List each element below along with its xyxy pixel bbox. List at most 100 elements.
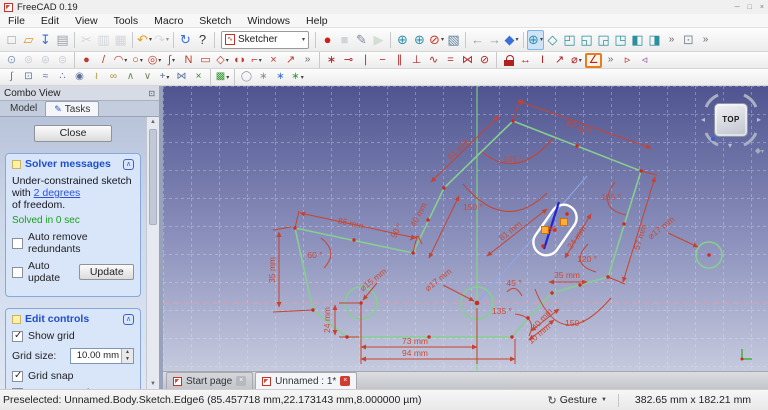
dimension-label[interactable]: 24 mm [322, 307, 332, 333]
fit-selection-icon[interactable]: ⊕ [411, 30, 428, 50]
create-circle-icon[interactable]: ○ ▾ [129, 53, 146, 68]
menu-tools[interactable]: Tools [106, 15, 147, 27]
convert-to-nurbs-icon[interactable]: ∞ [105, 70, 122, 85]
view-rear-icon[interactable]: ◳ [612, 30, 629, 50]
bspline-decrease-degree-icon[interactable]: ∨ [139, 70, 156, 85]
collapse-icon[interactable]: ∧ [123, 158, 134, 170]
tab-start-page[interactable]: Start page × [166, 372, 254, 389]
constraint-coincident-icon[interactable]: ∗ [323, 53, 340, 68]
redo-icon[interactable]: ↷ ▾ [153, 30, 170, 50]
bspline-pole-weight-icon[interactable]: ≀ [88, 70, 105, 85]
3d-viewport[interactable]: 85 mm 60 ° 35 mm 90 ° 40 mm 61 mm 87 mm 105 ° 15… [163, 86, 768, 371]
show-grid-checkbox[interactable] [12, 330, 23, 342]
bspline-join-curves-icon[interactable]: ⋈ [173, 70, 190, 85]
open-file-icon[interactable]: ▱ [20, 30, 37, 50]
collapse-icon[interactable]: ∧ [123, 313, 134, 325]
constraint-parallel-icon[interactable]: ∥ [391, 53, 408, 68]
dimension-label[interactable]: 73 mm [402, 336, 428, 346]
nav-right-arrow-icon[interactable]: ▸ [757, 116, 761, 124]
degrees-of-freedom-link[interactable]: 2 degrees [34, 187, 81, 199]
workbench-selector[interactable]: Sketcher ▾ [221, 30, 309, 49]
scroll-up-icon[interactable]: ▲ [147, 119, 159, 125]
nav-left-arrow-icon[interactable]: ◂ [701, 116, 705, 124]
dimension-label[interactable]: 135 ° [492, 306, 512, 316]
toolbar-overflow-2-icon[interactable]: » [602, 53, 619, 68]
dimension-label[interactable]: 35 mm [267, 257, 277, 283]
undo-icon[interactable]: ↶ ▾ [136, 30, 153, 50]
sketch-canvas[interactable]: 85 mm60 °35 mm90 °40 mm61 mm87 mm105 °15… [163, 86, 768, 371]
link-import-all-icon[interactable]: ⊜ [54, 53, 71, 68]
nav-cube-top-face[interactable]: TOP [714, 103, 748, 137]
fit-all-icon[interactable]: ⊕ [394, 30, 411, 50]
macro-play-icon[interactable]: ▶ [370, 30, 387, 50]
close-tab-icon[interactable]: × [236, 376, 247, 386]
box-zoom-icon[interactable]: ▧ [445, 30, 462, 50]
navigation-style-button[interactable]: ↻ Gesture ▼ [541, 394, 613, 407]
grid-size-spinbox[interactable]: 10.00 mm ▲ ▼ [70, 348, 134, 364]
dimension-label[interactable]: 45 ° [506, 278, 521, 288]
spinner-arrows-icon[interactable]: ▲ ▼ [121, 349, 133, 363]
nav-back-icon[interactable]: ← [469, 30, 486, 50]
constraint-vertical-icon[interactable]: ∣ [357, 53, 374, 68]
view-left-icon[interactable]: ◨ [646, 30, 663, 50]
scroll-down-icon[interactable]: ▼ [147, 381, 159, 387]
remove-axes-alignment-icon[interactable]: × [190, 70, 207, 85]
constraint-distance-icon[interactable]: ↗ [551, 53, 568, 68]
snap-angle-icon[interactable]: ∗ ▾ [289, 70, 306, 85]
activate-constraint-icon[interactable]: ◃ [636, 53, 653, 68]
menu-help[interactable]: Help [298, 15, 336, 27]
nav-cube-menu[interactable]: ◆▾ [755, 146, 764, 155]
rendering-order-icon[interactable]: ▩ ▾ [214, 70, 231, 85]
tab-unnamed-document[interactable]: Unnamed : 1* × [255, 372, 358, 389]
dimension-label[interactable]: 150 ° [463, 202, 483, 212]
create-arc-icon[interactable]: ◠ ▾ [112, 53, 129, 68]
create-point-icon[interactable]: ● [78, 53, 95, 68]
constraint-horizontal-distance-icon[interactable]: ↔ [517, 53, 534, 68]
toolbar-overflow-2-icon[interactable]: » [697, 30, 714, 50]
create-slot-icon[interactable]: ◖◗ [231, 53, 248, 68]
auto-remove-redundants-checkbox[interactable] [12, 237, 23, 249]
macro-stop-icon[interactable]: ■ [336, 30, 353, 50]
dimension-label[interactable]: 60 ° [307, 250, 322, 260]
clipping-plane-icon[interactable]: ⊘ ▾ [428, 30, 445, 50]
copy-icon[interactable]: ▥ [95, 30, 112, 50]
menu-edit[interactable]: Edit [33, 15, 67, 27]
constraint-tangent-icon[interactable]: ∿ [425, 53, 442, 68]
link-make-icon[interactable]: ⊙ [3, 53, 20, 68]
grid-snap-checkbox[interactable] [12, 370, 23, 382]
toolbar-overflow-icon[interactable]: » [299, 53, 316, 68]
bspline-curvature-comb-icon[interactable]: ≈ [37, 70, 54, 85]
trim-edge-icon[interactable]: × [265, 53, 282, 68]
dimension-label[interactable]: 150 ° [565, 318, 585, 328]
constraint-equal-icon[interactable]: = [442, 53, 459, 68]
constraint-diameter-icon[interactable]: ⌀ ▾ [568, 53, 585, 68]
link-make-group-icon[interactable]: ⊚ [20, 53, 37, 68]
dimension-label[interactable]: 94 mm [402, 348, 428, 358]
toggle-driving-constraint-icon[interactable]: ▹ [619, 53, 636, 68]
paste-icon[interactable]: ▦ [112, 30, 129, 50]
constraint-block-icon[interactable]: ⊘ [476, 53, 493, 68]
whats-this-icon[interactable]: ? [194, 30, 211, 50]
create-rectangle-icon[interactable]: ▭ [197, 53, 214, 68]
scrollbar-thumb[interactable] [149, 129, 157, 225]
bspline-increase-degree-icon[interactable]: ∧ [122, 70, 139, 85]
constraint-horizontal-icon[interactable]: − [374, 53, 391, 68]
print-icon[interactable]: ▤ [54, 30, 71, 50]
create-polyline-icon[interactable]: N [180, 53, 197, 68]
create-line-icon[interactable]: / [95, 53, 112, 68]
bspline-insert-knot-icon[interactable]: + ▾ [156, 70, 173, 85]
bspline-knot-multiplicity-icon[interactable]: ∴ [54, 70, 71, 85]
bspline-degree-icon[interactable]: ∫ [3, 70, 20, 85]
view-bottom-icon[interactable]: ◧ [629, 30, 646, 50]
view-axonometric-icon[interactable]: ◇ [544, 30, 561, 50]
selected-point[interactable] [560, 218, 568, 226]
toolbar-overflow-icon[interactable]: » [663, 30, 680, 50]
new-file-icon[interactable]: □ [3, 30, 20, 50]
window-buttons[interactable]: ─ □ × [735, 4, 764, 11]
menu-windows[interactable]: Windows [239, 15, 298, 27]
auto-update-checkbox[interactable] [12, 266, 23, 278]
virtual-space-icon[interactable]: ◯ [238, 70, 255, 85]
nav-forward-icon[interactable]: → [486, 30, 503, 50]
save-icon[interactable]: ↧ [37, 30, 54, 50]
menu-view[interactable]: View [67, 15, 106, 27]
